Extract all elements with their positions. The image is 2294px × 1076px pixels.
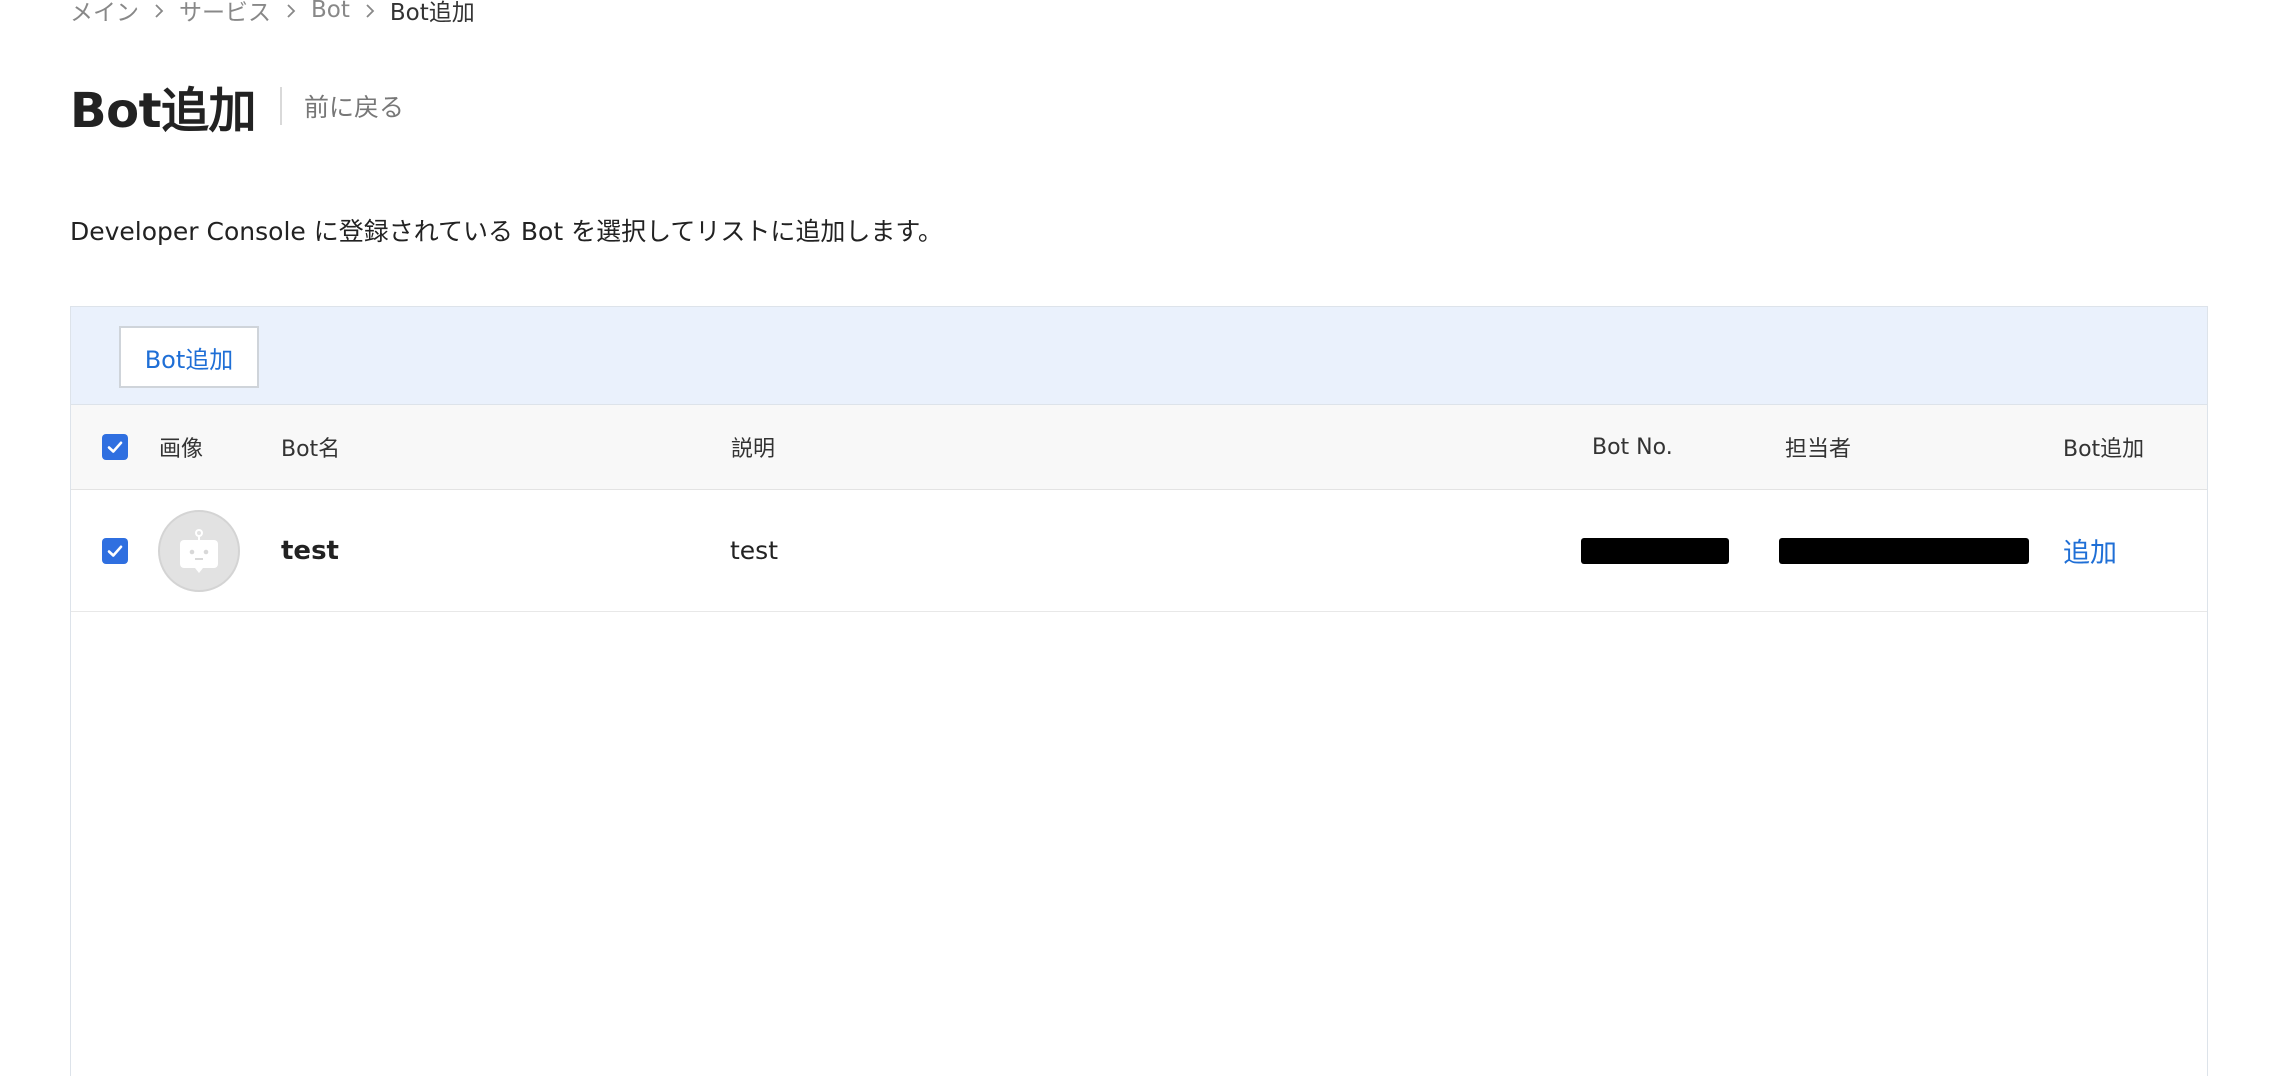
select-all-checkbox[interactable] bbox=[102, 434, 128, 460]
row-bot-no-cell bbox=[1581, 490, 1729, 611]
column-header-bot-no: Bot No. bbox=[1592, 434, 1673, 460]
table-header: 画像 Bot名 説明 Bot No. 担当者 Bot追加 bbox=[71, 405, 2207, 490]
page-description: Developer Console に登録されている Bot を選択してリストに… bbox=[70, 217, 943, 246]
row-bot-name: test bbox=[281, 535, 339, 566]
row-description: test bbox=[730, 536, 779, 565]
title-divider bbox=[280, 87, 283, 125]
row-checkbox-cell bbox=[102, 490, 128, 611]
column-header-add: Bot追加 bbox=[2063, 437, 2145, 462]
column-header-image: 画像 bbox=[159, 437, 204, 462]
bot-avatar bbox=[158, 509, 240, 592]
chevron-right-icon bbox=[139, 0, 179, 23]
column-header-name: Bot名 bbox=[281, 437, 341, 462]
breadcrumb-item-bot[interactable]: Bot bbox=[311, 0, 350, 23]
column-header-description: 説明 bbox=[731, 437, 776, 462]
page-title: Bot追加 bbox=[70, 83, 257, 139]
breadcrumb: メイン サービス Bot Bot追加 bbox=[70, 0, 475, 26]
toolbar: Bot追加 bbox=[71, 307, 2207, 405]
add-bot-button[interactable]: Bot追加 bbox=[119, 326, 259, 388]
add-link[interactable]: 追加 bbox=[2063, 531, 2117, 570]
check-icon bbox=[107, 545, 123, 557]
chevron-right-icon bbox=[271, 0, 311, 23]
row-checkbox[interactable] bbox=[102, 537, 128, 564]
breadcrumb-item-service[interactable]: サービス bbox=[179, 0, 271, 27]
row-owner-cell bbox=[1779, 490, 2029, 611]
redacted-bot-no bbox=[1581, 537, 1729, 564]
bot-list-panel: Bot追加 画像 Bot名 説明 Bot No. 担当者 Bot追加 test … bbox=[70, 306, 2208, 1076]
header-checkbox-cell bbox=[102, 405, 128, 489]
back-link[interactable]: 前に戻る bbox=[304, 88, 404, 124]
breadcrumb-item-main[interactable]: メイン bbox=[70, 0, 139, 27]
table-row: test test 追加 bbox=[71, 490, 2207, 612]
page: メイン サービス Bot Bot追加 Bot追加 前に戻る Developer … bbox=[0, 0, 2294, 1076]
column-header-owner: 担当者 bbox=[1785, 437, 1852, 462]
row-add-link-cell: 追加 bbox=[2063, 490, 2117, 611]
check-icon bbox=[107, 441, 123, 453]
breadcrumb-item-bot-add: Bot追加 bbox=[389, 0, 475, 26]
chevron-right-icon bbox=[350, 0, 390, 23]
title-row: Bot追加 前に戻る bbox=[70, 74, 404, 139]
row-avatar-cell bbox=[158, 490, 240, 611]
bot-avatar-icon bbox=[180, 528, 218, 573]
redacted-owner bbox=[1779, 537, 2029, 564]
